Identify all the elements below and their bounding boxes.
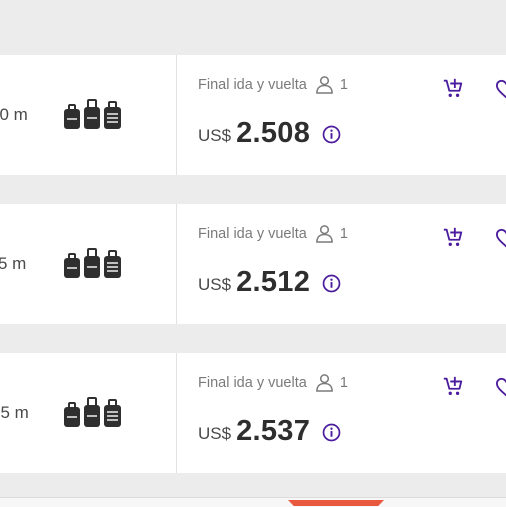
person-icon bbox=[315, 374, 333, 392]
flight-result-card: 50 m Final ida y vuelta 1 US$ 2.508 bbox=[0, 55, 506, 175]
fare-info: Final ida y vuelta 1 bbox=[198, 373, 348, 392]
flight-duration: 50 m bbox=[0, 105, 28, 124]
info-icon[interactable] bbox=[322, 423, 341, 442]
info-icon[interactable] bbox=[322, 274, 341, 293]
flight-duration: 5 m bbox=[0, 254, 27, 273]
passenger-count: 1 bbox=[339, 225, 348, 242]
luggage-icon bbox=[64, 248, 121, 278]
price-block: US$ 2.512 bbox=[198, 266, 341, 299]
price-block: US$ 2.508 bbox=[198, 117, 341, 150]
add-to-cart-icon[interactable] bbox=[442, 77, 464, 99]
flight-result-card: 25 m Final ida y vuelta 1 US$ 2.537 bbox=[0, 353, 506, 473]
add-to-cart-icon[interactable] bbox=[442, 226, 464, 248]
price-currency: US$ bbox=[198, 274, 232, 294]
luggage-icon bbox=[64, 99, 121, 129]
passenger-count: 1 bbox=[339, 76, 348, 93]
heart-icon[interactable] bbox=[495, 79, 506, 99]
flight-result-card: 5 m Final ida y vuelta 1 US$ 2.512 bbox=[0, 204, 506, 324]
heart-icon[interactable] bbox=[495, 377, 506, 397]
bottom-tab-indicator[interactable] bbox=[288, 500, 384, 506]
price-amount: 2.512 bbox=[236, 266, 311, 298]
price-amount: 2.537 bbox=[236, 415, 311, 447]
price-amount: 2.508 bbox=[236, 117, 311, 149]
price-currency: US$ bbox=[198, 125, 232, 145]
card-divider bbox=[176, 55, 177, 175]
price-currency: US$ bbox=[198, 423, 232, 443]
heart-icon[interactable] bbox=[495, 228, 506, 248]
info-icon[interactable] bbox=[322, 125, 341, 144]
fare-label: Final ida y vuelta bbox=[198, 374, 307, 391]
price-block: US$ 2.537 bbox=[198, 415, 341, 448]
fare-info: Final ida y vuelta 1 bbox=[198, 75, 348, 94]
fare-label: Final ida y vuelta bbox=[198, 76, 307, 93]
add-to-cart-icon[interactable] bbox=[442, 375, 464, 397]
flight-duration: 25 m bbox=[0, 403, 29, 422]
card-divider bbox=[176, 353, 177, 473]
passenger-count: 1 bbox=[339, 374, 348, 391]
fare-info: Final ida y vuelta 1 bbox=[198, 224, 348, 243]
card-divider bbox=[176, 204, 177, 324]
luggage-icon bbox=[64, 397, 121, 427]
person-icon bbox=[315, 76, 333, 94]
fare-label: Final ida y vuelta bbox=[198, 225, 307, 242]
person-icon bbox=[315, 225, 333, 243]
